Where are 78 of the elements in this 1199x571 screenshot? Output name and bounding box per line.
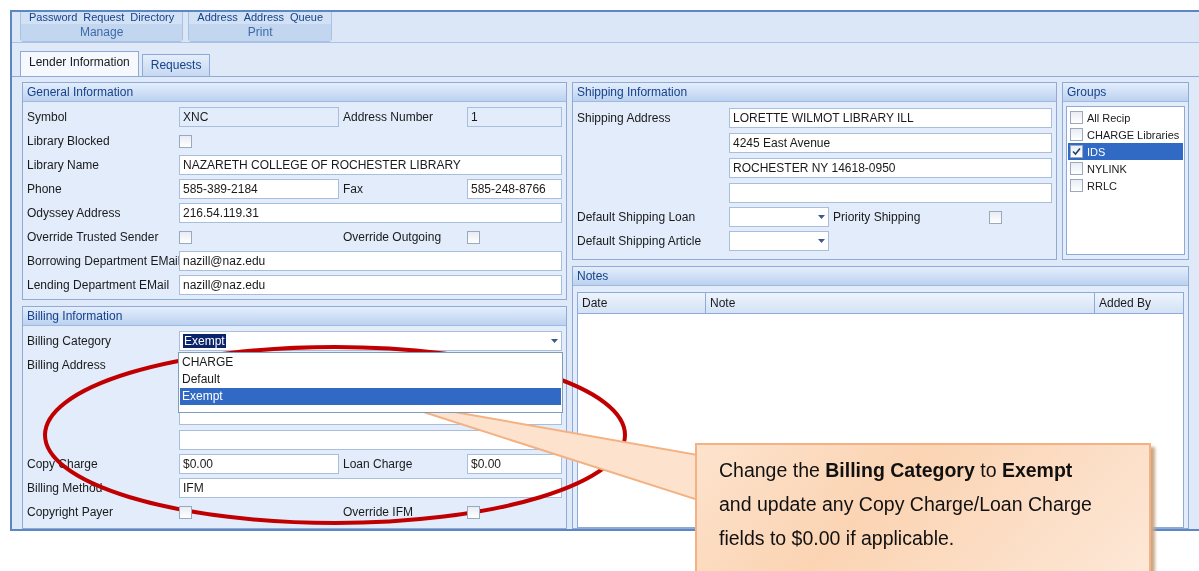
dropdown[interactable] (729, 231, 829, 251)
field-label: Priority Shipping (833, 209, 922, 226)
panel-title: Notes (573, 267, 1188, 286)
text-field[interactable]: 4245 East Avenue (729, 133, 1052, 153)
field-label: Shipping Address (577, 110, 672, 127)
checkbox[interactable] (1070, 179, 1083, 192)
text-field[interactable]: 585-248-8766 (467, 179, 562, 199)
field-label: Default Shipping Loan (577, 209, 697, 226)
text-field[interactable]: $0.00 (467, 454, 562, 474)
tab[interactable]: Lender Information (20, 51, 139, 76)
field-label: Billing Category (27, 333, 113, 350)
ribbon-group-label: Manage (21, 24, 183, 41)
panel-title: Groups (1063, 83, 1188, 102)
panel-title: General Information (23, 83, 566, 102)
text-field[interactable]: $0.00 (179, 454, 339, 474)
text-field[interactable]: LORETTE WILMOT LIBRARY ILL (729, 108, 1052, 128)
checkbox[interactable] (1070, 145, 1083, 158)
ribbon-button[interactable]: Address (197, 12, 238, 24)
dropdown-option[interactable]: Default (180, 371, 561, 388)
column-header[interactable]: Note (706, 293, 1095, 313)
caret-icon (818, 215, 825, 219)
field-label: Fax (343, 181, 364, 198)
field-label: Override Outgoing (343, 229, 443, 246)
field-label: Lending Department EMail (27, 277, 171, 294)
field-label: Override Trusted Sender (27, 229, 160, 246)
column-header[interactable]: Added By (1095, 293, 1183, 313)
text-field[interactable]: IFM (179, 478, 562, 498)
field-label: Address Number (343, 109, 435, 126)
checkbox[interactable] (1070, 128, 1083, 141)
ribbon-button[interactable]: Directory (130, 12, 175, 24)
column-header[interactable]: Date (578, 293, 706, 313)
group-item[interactable]: IDS (1068, 143, 1183, 160)
ribbon-group-label: Print (189, 24, 332, 41)
dropdown-option[interactable]: CHARGE (180, 354, 561, 371)
field-label: Billing Address (27, 357, 107, 374)
text-field[interactable]: 585-389-2184 (179, 179, 339, 199)
text-field[interactable]: 216.54.119.31 (179, 203, 562, 223)
checkbox[interactable] (467, 230, 480, 244)
field-label: Phone (27, 181, 63, 198)
text-field[interactable]: XNC (179, 107, 339, 127)
text-field[interactable]: NAZARETH COLLEGE OF ROCHESTER LIBRARY (179, 155, 562, 175)
ribbon-button[interactable]: Address (243, 12, 284, 24)
text-field[interactable]: ROCHESTER NY 14618-0950 (729, 158, 1052, 178)
ribbon-button[interactable]: Request (83, 12, 125, 24)
panel-title: Billing Information (23, 307, 566, 326)
checkbox[interactable] (179, 230, 192, 244)
group-item[interactable]: CHARGE Libraries (1068, 126, 1183, 143)
field-label: Library Blocked (27, 133, 111, 150)
checkbox[interactable] (179, 134, 192, 148)
text-field[interactable] (729, 183, 1052, 203)
group-item[interactable]: All Recip (1068, 109, 1183, 126)
field-label: Symbol (27, 109, 68, 126)
checkbox[interactable] (989, 210, 1002, 224)
text-field[interactable]: nazill@naz.edu (179, 251, 562, 271)
checkbox[interactable] (179, 505, 192, 519)
tab[interactable]: Requests (141, 54, 211, 76)
dropdown-option[interactable]: Exempt (180, 388, 561, 405)
checkbox[interactable] (1070, 162, 1083, 175)
ribbon-button[interactable]: Password (29, 12, 78, 24)
field-label: Loan Charge (343, 456, 414, 473)
caret-icon (551, 339, 558, 343)
dropdown[interactable]: Exempt (179, 331, 562, 351)
field-label: Default Shipping Article (577, 233, 703, 250)
field-label: Odyssey Address (27, 205, 122, 222)
checkbox[interactable] (1070, 111, 1083, 124)
field-label: Override IFM (343, 504, 414, 521)
field-label: Library Name (27, 157, 101, 174)
ribbon-button[interactable]: Queue (290, 12, 324, 24)
callout-text: Change the Billing Category to Exempt and update any Copy Charge/Loan Charge fields to $0.00 if applicable. (719, 458, 1093, 551)
text-field[interactable]: nazill@naz.edu (179, 275, 562, 295)
dropdown[interactable] (729, 207, 829, 227)
group-item[interactable]: NYLINK (1068, 160, 1183, 177)
panel-title: Shipping Information (573, 83, 1056, 102)
text-field[interactable]: 1 (467, 107, 562, 127)
checkbox[interactable] (467, 505, 480, 519)
field-label: Copyright Payer (27, 504, 115, 521)
caret-icon (818, 239, 825, 243)
group-item[interactable]: RRLC (1068, 177, 1183, 194)
